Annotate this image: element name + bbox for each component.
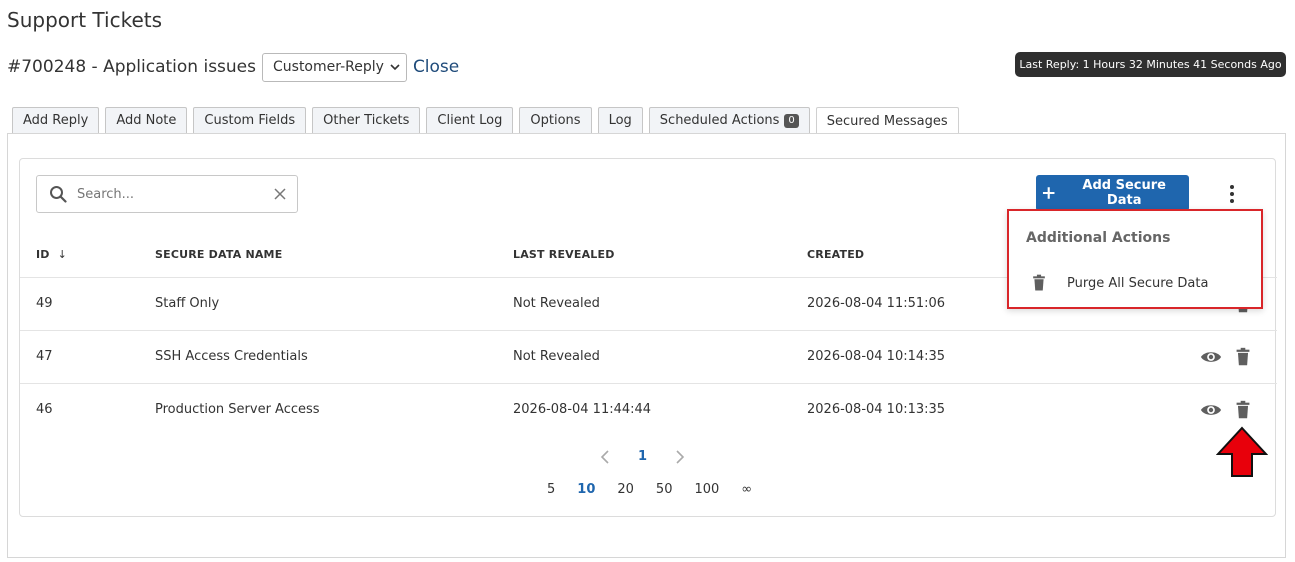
cell-id: 49 <box>36 296 53 311</box>
tab-client-log[interactable]: Client Log <box>426 107 514 133</box>
eye-icon[interactable] <box>1200 399 1222 421</box>
additional-actions-menu: Additional Actions Purge All Secure Data <box>1007 209 1263 309</box>
page-number[interactable]: 1 <box>638 449 647 464</box>
cell-name: SSH Access Credentials <box>155 349 308 364</box>
column-header-created[interactable]: CREATED <box>807 248 864 261</box>
trash-icon[interactable] <box>1232 346 1254 368</box>
search-input[interactable] <box>75 185 265 203</box>
tab-other-tickets[interactable]: Other Tickets <box>312 107 421 133</box>
pager-nav: 1 <box>600 449 685 464</box>
table-row: 46 Production Server Access 2026-08-04 1… <box>20 384 1277 437</box>
page-size-option[interactable]: 50 <box>656 482 673 497</box>
page-size-option[interactable]: 100 <box>694 482 719 497</box>
cell-created: 2026-08-04 10:14:35 <box>807 349 946 364</box>
plus-icon <box>1042 187 1055 199</box>
column-header-name[interactable]: SECURE DATA NAME <box>155 248 282 261</box>
tab-label: Other Tickets <box>323 113 410 128</box>
last-reply-badge: Last Reply: 1 Hours 32 Minutes 41 Second… <box>1015 52 1286 77</box>
ticket-title: #700248 - Application issues <box>7 57 256 77</box>
page-size-option[interactable]: 10 <box>577 482 595 497</box>
cell-last-revealed: Not Revealed <box>513 296 600 311</box>
purge-all-menu-item[interactable]: Purge All Secure Data <box>1029 273 1208 293</box>
sort-desc-icon: ↓ <box>57 248 68 261</box>
menu-header: Additional Actions <box>1026 230 1171 246</box>
tab-label: Add Reply <box>23 113 89 128</box>
red-arrow-up-icon <box>1216 426 1268 477</box>
tab-label: Client Log <box>437 113 503 128</box>
page-size-selector: 5 10 20 50 100 ∞ <box>547 482 752 497</box>
cell-name: Staff Only <box>155 296 220 311</box>
chevron-right-icon[interactable] <box>675 449 685 464</box>
count-badge: 0 <box>784 113 799 128</box>
column-header-id[interactable]: ID ↓ <box>36 248 67 261</box>
cell-last-revealed: Not Revealed <box>513 349 600 364</box>
close-ticket-link[interactable]: Close <box>413 57 459 77</box>
table-row: 47 SSH Access Credentials Not Revealed 2… <box>20 331 1277 384</box>
cell-id: 47 <box>36 349 53 364</box>
support-tickets-page: Support Tickets #700248 - Application is… <box>0 0 1295 562</box>
chevron-left-icon[interactable] <box>600 449 610 464</box>
menu-item-label: Purge All Secure Data <box>1067 275 1209 291</box>
tab-label: Log <box>608 113 632 128</box>
tab-label: Scheduled Actions <box>659 113 780 128</box>
close-icon[interactable] <box>273 187 287 201</box>
ticket-tabs: Add Reply Add Note Custom Fields Other T… <box>12 107 959 135</box>
tab-custom-fields[interactable]: Custom Fields <box>193 107 307 133</box>
status-select-value: Customer-Reply <box>273 59 384 75</box>
column-label: ID <box>36 248 50 261</box>
eye-icon[interactable] <box>1200 346 1222 368</box>
add-secure-data-button[interactable]: Add Secure Data <box>1036 175 1189 211</box>
cell-created: 2026-08-04 10:13:35 <box>807 402 946 417</box>
search-box[interactable] <box>36 175 298 213</box>
cell-created: 2026-08-04 11:51:06 <box>807 296 946 311</box>
trash-icon[interactable] <box>1232 399 1254 421</box>
secured-messages-panel: Add Secure Data ID ↓ SECURE DATA NAME LAS… <box>7 133 1286 558</box>
tab-log[interactable]: Log <box>597 107 643 133</box>
tab-add-note[interactable]: Add Note <box>105 107 188 133</box>
row-actions <box>1200 399 1254 421</box>
add-secure-data-label: Add Secure Data <box>1082 178 1166 208</box>
column-header-last-revealed[interactable]: LAST REVEALED <box>513 248 615 261</box>
tab-label: Secured Messages <box>826 114 948 129</box>
tab-secured-messages[interactable]: Secured Messages <box>815 107 959 135</box>
page-size-option[interactable]: 5 <box>547 482 555 497</box>
chevron-down-icon <box>390 64 400 71</box>
tab-scheduled-actions[interactable]: Scheduled Actions 0 <box>648 107 810 133</box>
more-actions-button[interactable] <box>1224 184 1240 206</box>
tab-label: Custom Fields <box>204 113 296 128</box>
search-icon <box>50 186 67 203</box>
page-size-option[interactable]: 20 <box>617 482 634 497</box>
tab-label: Add Note <box>116 113 177 128</box>
cell-last-revealed: 2026-08-04 11:44:44 <box>513 402 652 417</box>
row-actions <box>1200 346 1254 368</box>
status-select[interactable]: Customer-Reply <box>262 52 407 82</box>
cell-id: 46 <box>36 402 53 417</box>
trash-icon <box>1033 274 1045 291</box>
cell-name: Production Server Access <box>155 402 320 417</box>
ticket-header: #700248 - Application issues Customer-Re… <box>7 52 459 82</box>
tab-add-reply[interactable]: Add Reply <box>12 107 100 133</box>
page-size-option[interactable]: ∞ <box>741 482 752 497</box>
kebab-menu-icon <box>1230 185 1234 203</box>
page-title: Support Tickets <box>7 8 163 32</box>
tab-label: Options <box>530 113 581 128</box>
tab-options[interactable]: Options <box>519 107 592 133</box>
